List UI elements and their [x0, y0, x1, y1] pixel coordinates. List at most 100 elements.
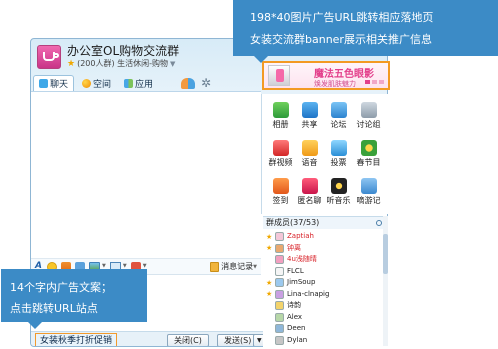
- diary-icon: [360, 178, 377, 194]
- callout-line: 14个字内广告文案；: [10, 281, 112, 294]
- member-scrollbar[interactable]: [383, 216, 388, 346]
- app-label: 语音: [301, 158, 318, 167]
- callout-line: 女装交流群banner展示相关推广信息: [250, 33, 432, 46]
- app-label: 春节目: [356, 158, 381, 167]
- app-album[interactable]: 相册: [266, 102, 295, 129]
- tab-chat[interactable]: 聊天: [33, 75, 75, 91]
- app-diary[interactable]: 嘀游记: [354, 178, 383, 205]
- member-item[interactable]: ★ JimSoup: [266, 277, 315, 288]
- member-name: Deen: [287, 324, 306, 332]
- voice-icon: [301, 140, 318, 156]
- member-item[interactable]: ★ Lina-clnapig: [266, 289, 329, 300]
- member-item[interactable]: Deen: [266, 323, 305, 334]
- app-label: 签到: [272, 196, 289, 205]
- app-label: 群视频: [268, 158, 293, 167]
- group-avatar[interactable]: [37, 45, 61, 69]
- forum-icon: [330, 102, 347, 118]
- member-name: 4u浅随晴: [287, 255, 317, 263]
- anonymous-icon: [301, 178, 318, 194]
- chat-message-area[interactable]: [31, 91, 261, 275]
- app-music[interactable]: 听音乐: [324, 178, 353, 205]
- discussion-icon: [360, 102, 377, 118]
- member-avatar: [275, 243, 284, 253]
- app-share[interactable]: 共享: [295, 102, 324, 129]
- app-video[interactable]: 群视频: [266, 140, 295, 167]
- member-name: Dylan: [287, 335, 308, 344]
- apps-icon: [124, 78, 134, 88]
- close-button[interactable]: 关闭(C): [167, 334, 209, 346]
- gear-icon[interactable]: ✲: [201, 77, 211, 89]
- tab-extra-buttons: ✲: [181, 75, 211, 91]
- member-avatar: [275, 312, 284, 322]
- app-label: 匿名聊: [297, 196, 322, 205]
- app-label: 讨论组: [356, 120, 381, 129]
- app-label: 听音乐: [326, 196, 351, 205]
- callout-pointer: [28, 322, 42, 329]
- callout-pointer: [254, 56, 268, 63]
- pager-dot[interactable]: [365, 80, 370, 84]
- chat-icon: [39, 79, 48, 88]
- member-list-header: 群成员(37/53): [263, 217, 388, 229]
- member-name: 诗韵: [287, 301, 301, 309]
- member-count: 群成员(37/53): [266, 218, 320, 227]
- group-subtitle-row: ★ (200人群) 生活休闲-购物 ▼: [67, 58, 175, 69]
- pager-dot[interactable]: [379, 80, 384, 84]
- app-label: 嘀游记: [356, 196, 381, 205]
- album-icon: [272, 102, 289, 118]
- app-label: 共享: [301, 120, 318, 129]
- member-avatar: [275, 324, 284, 333]
- app-voice[interactable]: 语音: [295, 140, 324, 167]
- tab-bar: 聊天 空间 应用: [33, 75, 158, 91]
- member-name: Zaptiah: [287, 232, 314, 240]
- music-icon: [330, 178, 347, 194]
- owner-icon: ★: [266, 232, 273, 241]
- tab-apps[interactable]: 应用: [119, 75, 158, 91]
- app-signin[interactable]: 签到: [266, 178, 295, 205]
- vote-icon: [330, 140, 347, 156]
- text-ad-callout: 14个字内广告文案； 点击跳转URL站点: [1, 269, 147, 322]
- member-avatar: [275, 335, 284, 345]
- history-icon: [210, 261, 220, 272]
- message-history-button[interactable]: 消息记录 ▼: [210, 261, 257, 272]
- banner-headline: 魔法五色眼影: [314, 69, 374, 80]
- text-ad-link[interactable]: 女装秋季打折促销: [35, 333, 118, 346]
- member-item[interactable]: Dylan: [266, 335, 307, 346]
- member-name: 钟离: [287, 243, 301, 252]
- admin-icon: ★: [266, 290, 273, 298]
- callout-line: 198*40图片广告URL跳转相应落地页: [250, 11, 434, 24]
- app-label: 论坛: [330, 120, 347, 129]
- member-avatar: [275, 266, 284, 276]
- app-spring-show[interactable]: 春节目: [354, 140, 383, 167]
- search-icon[interactable]: [376, 220, 382, 226]
- member-name: Alex: [287, 312, 303, 321]
- spring-icon: [360, 140, 377, 156]
- space-icon: [82, 78, 92, 88]
- app-anonymous-chat[interactable]: 匿名聊: [295, 178, 324, 205]
- app-vote[interactable]: 投票: [324, 140, 353, 167]
- members-icon[interactable]: [181, 77, 195, 89]
- chevron-down-icon[interactable]: ▼: [170, 60, 175, 68]
- member-item[interactable]: 4u浅随晴: [266, 254, 317, 265]
- admin-icon: ★: [266, 278, 273, 287]
- app-forum[interactable]: 论坛: [324, 102, 353, 129]
- scrollbar-thumb[interactable]: [383, 234, 388, 274]
- member-list: 群成员(37/53) ★ Zaptiah ★ 钟离 4u浅随晴 FLCL ★ JimSoup ★…: [263, 216, 388, 347]
- member-item[interactable]: FLCL: [266, 266, 304, 277]
- app-discussion[interactable]: 讨论组: [354, 102, 383, 129]
- member-item[interactable]: Alex: [266, 312, 302, 323]
- star-icon: ★: [67, 58, 76, 69]
- member-item[interactable]: ★ 钟离: [266, 243, 301, 254]
- callout-line: 点击跳转URL站点: [10, 302, 98, 315]
- member-name: JimSoup: [287, 278, 316, 286]
- tab-space[interactable]: 空间: [77, 75, 116, 91]
- group-title[interactable]: 办公室OL购物交流群: [67, 42, 179, 59]
- group-apps-panel: 相册 共享 论坛 讨论组 群视频 语音 投票 春节目 签到 匿名聊 听音乐 嘀游…: [261, 94, 388, 214]
- member-item[interactable]: 诗韵: [266, 300, 301, 311]
- member-name: FLCL: [287, 266, 304, 275]
- member-avatar: [275, 301, 284, 310]
- banner-ad[interactable]: 魔法五色眼影 焕发肌肤魅力: [262, 61, 390, 90]
- pager-dot[interactable]: [372, 80, 377, 84]
- share-icon: [301, 102, 318, 118]
- member-item[interactable]: ★ Zaptiah: [266, 231, 314, 242]
- signin-icon: [272, 178, 289, 194]
